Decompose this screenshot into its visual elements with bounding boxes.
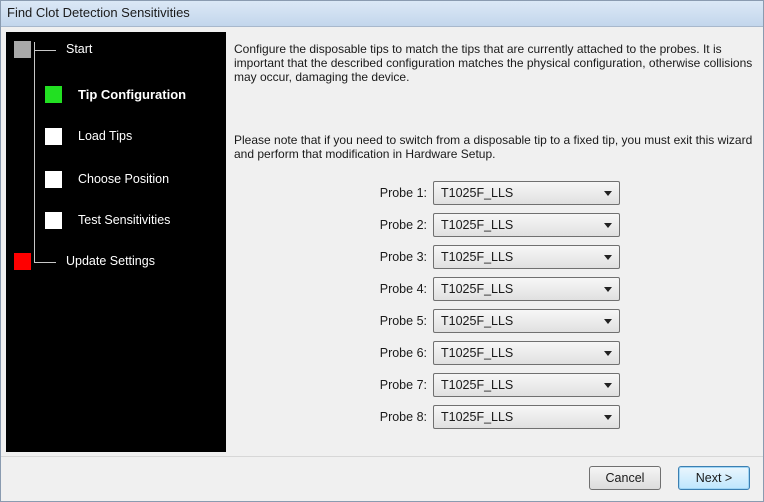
- probe-label: Probe 1:: [379, 186, 427, 200]
- probe-row: Probe 1: T1025F_LLS: [234, 180, 759, 206]
- chevron-down-icon: [604, 415, 612, 420]
- step-load-tips-indicator: [45, 128, 62, 145]
- probe-label: Probe 8:: [379, 410, 427, 424]
- probe-value: T1025F_LLS: [441, 282, 514, 296]
- step-update-settings-label: Update Settings: [66, 254, 155, 268]
- probe-7-dropdown[interactable]: T1025F_LLS: [433, 373, 620, 397]
- step-test-sensitivities-indicator: [45, 212, 62, 229]
- title-bar[interactable]: Find Clot Detection Sensitivities: [1, 1, 763, 27]
- step-update-settings-indicator: [14, 253, 31, 270]
- steps-sidebar: Start Tip Configuration Load Tips Choose…: [6, 32, 226, 452]
- probe-label: Probe 6:: [379, 346, 427, 360]
- chevron-down-icon: [604, 351, 612, 356]
- probe-label: Probe 7:: [379, 378, 427, 392]
- probe-value: T1025F_LLS: [441, 314, 514, 328]
- chevron-down-icon: [604, 223, 612, 228]
- probe-5-dropdown[interactable]: T1025F_LLS: [433, 309, 620, 333]
- step-start-connector: [34, 50, 56, 51]
- wizard-content: Configure the disposable tips to match t…: [234, 32, 759, 452]
- steps-connector-line: [34, 42, 35, 262]
- step-tip-configuration-label: Tip Configuration: [78, 87, 187, 102]
- probe-value: T1025F_LLS: [441, 250, 514, 264]
- probe-row: Probe 7: T1025F_LLS: [234, 372, 759, 398]
- probe-6-dropdown[interactable]: T1025F_LLS: [433, 341, 620, 365]
- chevron-down-icon: [604, 383, 612, 388]
- chevron-down-icon: [604, 255, 612, 260]
- probe-row: Probe 4: T1025F_LLS: [234, 276, 759, 302]
- step-update-settings-connector: [34, 262, 56, 263]
- probe-label: Probe 5:: [379, 314, 427, 328]
- probe-row: Probe 3: T1025F_LLS: [234, 244, 759, 270]
- intro-text: Configure the disposable tips to match t…: [234, 42, 753, 84]
- cancel-button[interactable]: Cancel: [589, 466, 661, 490]
- chevron-down-icon: [604, 287, 612, 292]
- next-button[interactable]: Next >: [678, 466, 750, 490]
- step-choose-position-indicator: [45, 171, 62, 188]
- step-start-indicator: [14, 41, 31, 58]
- probe-1-dropdown[interactable]: T1025F_LLS: [433, 181, 620, 205]
- step-load-tips-label: Load Tips: [78, 129, 133, 143]
- probe-value: T1025F_LLS: [441, 378, 514, 392]
- footer-divider: [1, 456, 763, 457]
- probe-row: Probe 6: T1025F_LLS: [234, 340, 759, 366]
- probe-value: T1025F_LLS: [441, 218, 514, 232]
- probe-row: Probe 8: T1025F_LLS: [234, 404, 759, 430]
- step-start-label: Start: [66, 42, 93, 56]
- probe-label: Probe 2:: [379, 218, 427, 232]
- step-choose-position-label: Choose Position: [78, 172, 170, 186]
- chevron-down-icon: [604, 191, 612, 196]
- probe-value: T1025F_LLS: [441, 410, 514, 424]
- probe-label: Probe 4:: [379, 282, 427, 296]
- probe-4-dropdown[interactable]: T1025F_LLS: [433, 277, 620, 301]
- probe-row: Probe 2: T1025F_LLS: [234, 212, 759, 238]
- probe-row: Probe 5: T1025F_LLS: [234, 308, 759, 334]
- wizard-window: Find Clot Detection Sensitivities Start …: [0, 0, 764, 502]
- step-test-sensitivities-label: Test Sensitivities: [78, 213, 171, 227]
- note-text: Please note that if you need to switch f…: [234, 133, 753, 161]
- probe-value: T1025F_LLS: [441, 186, 514, 200]
- probe-8-dropdown[interactable]: T1025F_LLS: [433, 405, 620, 429]
- probe-label: Probe 3:: [379, 250, 427, 264]
- chevron-down-icon: [604, 319, 612, 324]
- probe-3-dropdown[interactable]: T1025F_LLS: [433, 245, 620, 269]
- window-title: Find Clot Detection Sensitivities: [7, 5, 190, 20]
- probe-value: T1025F_LLS: [441, 346, 514, 360]
- probe-2-dropdown[interactable]: T1025F_LLS: [433, 213, 620, 237]
- step-tip-configuration-indicator: [45, 86, 62, 103]
